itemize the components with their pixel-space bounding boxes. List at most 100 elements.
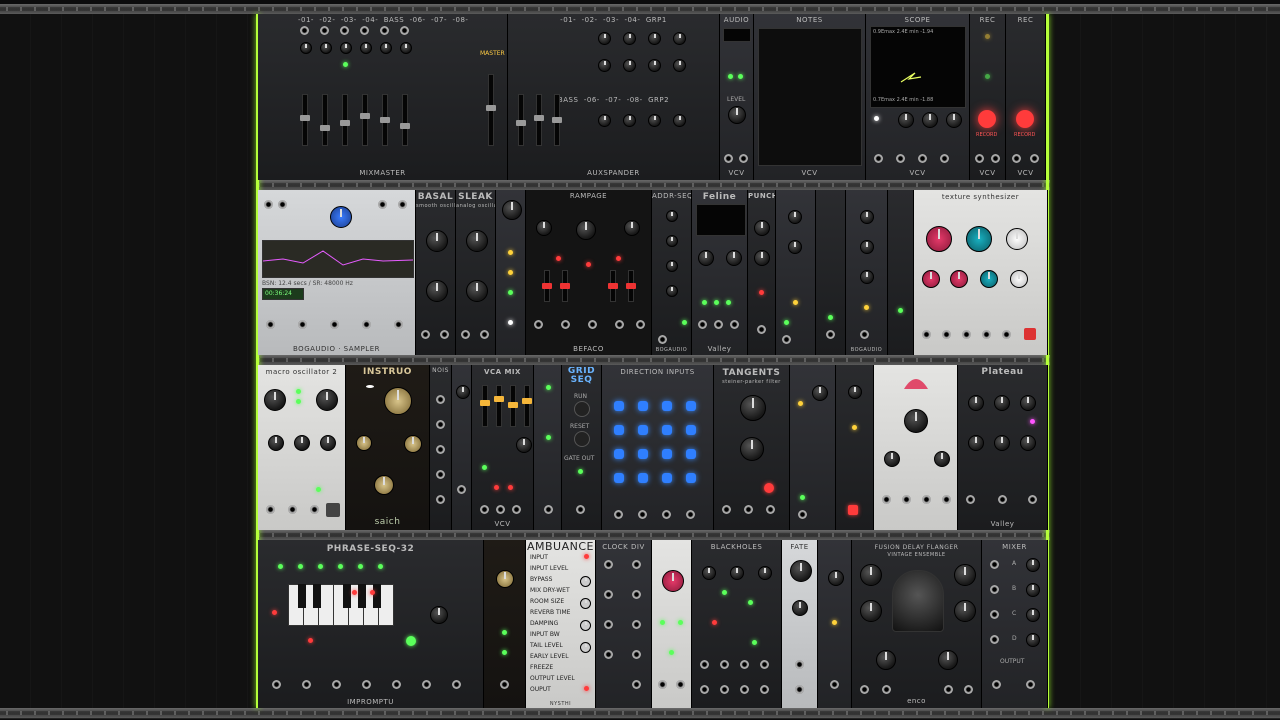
texture-knob[interactable] [1010, 270, 1028, 288]
sampler-jack[interactable] [330, 320, 339, 329]
fusion-knob[interactable] [876, 650, 896, 670]
mixer-level-knob[interactable] [1026, 608, 1040, 622]
phrase-jack[interactable] [272, 680, 281, 689]
clock-jack[interactable] [604, 650, 613, 659]
basal-jack[interactable] [440, 330, 449, 339]
ambuance-knob[interactable] [580, 620, 591, 631]
record-button[interactable] [978, 110, 996, 128]
texture-knob[interactable] [950, 270, 968, 288]
sampler-jack[interactable] [378, 200, 387, 209]
rampage-slider[interactable] [542, 270, 552, 302]
noise-jack[interactable] [436, 395, 445, 404]
phrase-knob[interactable] [430, 606, 448, 624]
phrase-jack[interactable] [452, 680, 461, 689]
aux-send-knob[interactable] [623, 59, 636, 72]
fate-jack[interactable] [795, 660, 804, 669]
mixer-jack[interactable] [990, 560, 999, 569]
tangents-jack[interactable] [766, 505, 775, 514]
blackholes-jack[interactable] [740, 685, 749, 694]
run-button[interactable] [406, 636, 416, 646]
seq-knob[interactable] [788, 240, 802, 254]
noise-jack[interactable] [436, 495, 445, 504]
mini-jack[interactable] [500, 680, 509, 689]
seq-knob[interactable] [860, 210, 874, 224]
blackholes-knob[interactable] [702, 566, 716, 580]
pink-jack[interactable] [676, 680, 685, 689]
step-knob[interactable] [666, 210, 678, 222]
vca-fader[interactable] [494, 385, 504, 427]
clock-jack[interactable] [604, 560, 613, 569]
aux-return-knob[interactable] [623, 114, 636, 127]
vca-fader[interactable] [522, 385, 532, 427]
rampage-slider[interactable] [560, 270, 570, 302]
seq-jack[interactable] [782, 335, 791, 344]
macro-knob[interactable] [268, 435, 284, 451]
grid-pad[interactable] [614, 449, 624, 459]
input-jack[interactable] [340, 26, 349, 35]
grid-pad[interactable] [662, 401, 672, 411]
phrase-jack[interactable] [302, 680, 311, 689]
channel-fader[interactable] [320, 94, 330, 146]
tangents-jack[interactable] [744, 505, 753, 514]
rampage-jack[interactable] [615, 320, 624, 329]
mixer-out-jack[interactable] [992, 680, 1001, 689]
grid-pad[interactable] [662, 473, 672, 483]
fusion-knob[interactable] [860, 600, 882, 622]
texture-knob[interactable] [926, 226, 952, 252]
rampage-jack[interactable] [588, 320, 597, 329]
rampage-slider[interactable] [608, 270, 618, 302]
noise-jack[interactable] [436, 470, 445, 479]
cutoff-knob[interactable] [740, 395, 766, 421]
punch-knob[interactable] [754, 250, 770, 266]
macro-knob[interactable] [316, 389, 338, 411]
mixer-level-knob[interactable] [1026, 633, 1040, 647]
macro-knob[interactable] [264, 389, 286, 411]
run-button[interactable] [574, 401, 590, 417]
fate-jack[interactable] [795, 685, 804, 694]
grid-jack[interactable] [662, 510, 671, 519]
gain-knob[interactable] [340, 42, 352, 54]
scope-knob[interactable] [898, 112, 914, 128]
audio-jack[interactable] [739, 154, 748, 163]
texture-jack[interactable] [922, 330, 931, 339]
texture-jack[interactable] [1002, 330, 1011, 339]
texture-jack[interactable] [962, 330, 971, 339]
aux-fader[interactable] [516, 94, 526, 146]
macro-out-button[interactable] [326, 503, 340, 517]
phrase-jack[interactable] [362, 680, 371, 689]
grid-pad[interactable] [614, 473, 624, 483]
rampage-knob[interactable] [576, 220, 596, 240]
punch-knob[interactable] [754, 220, 770, 236]
grid-seq-jack[interactable] [576, 505, 585, 514]
seq-knob[interactable] [860, 240, 874, 254]
texture-jack[interactable] [942, 330, 951, 339]
gain-knob[interactable] [320, 42, 332, 54]
phrase-jack[interactable] [392, 680, 401, 689]
ambuance-knob[interactable] [580, 642, 591, 653]
aux-send-knob[interactable] [673, 32, 686, 45]
channel-fader[interactable] [380, 94, 390, 146]
plateau-knob[interactable] [994, 435, 1010, 451]
pink-knob[interactable] [662, 570, 684, 592]
drum-knob[interactable] [904, 409, 928, 433]
texture-button[interactable] [1024, 328, 1036, 340]
fate-knob[interactable] [792, 600, 808, 616]
input-jack[interactable] [400, 26, 409, 35]
mini-knob[interactable] [496, 570, 514, 588]
feline-jack[interactable] [698, 320, 707, 329]
blackholes-jack[interactable] [760, 685, 769, 694]
mixer-out-jack[interactable] [1026, 680, 1035, 689]
grid-pad[interactable] [638, 449, 648, 459]
strip-jack[interactable] [544, 505, 553, 514]
instruo-knob[interactable] [384, 387, 412, 415]
fusion-jack[interactable] [964, 685, 973, 694]
notes-text-area[interactable] [758, 28, 862, 166]
texture-jack[interactable] [982, 330, 991, 339]
punch-jack[interactable] [757, 325, 766, 334]
gain-knob[interactable] [400, 42, 412, 54]
rampage-slider[interactable] [626, 270, 636, 302]
aux-fader[interactable] [552, 94, 562, 146]
vca-fader[interactable] [480, 385, 490, 427]
vca-jack[interactable] [512, 505, 521, 514]
fusion-knob[interactable] [954, 564, 976, 586]
